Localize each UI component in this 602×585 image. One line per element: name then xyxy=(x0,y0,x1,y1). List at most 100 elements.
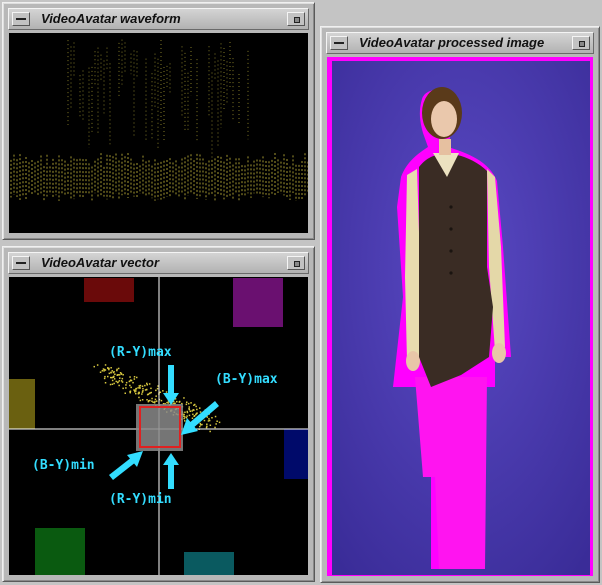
scatter-point xyxy=(125,387,127,389)
scatter-point xyxy=(188,408,191,411)
scatter-point xyxy=(119,377,121,379)
scatter-point xyxy=(103,377,106,380)
vector-titlebar[interactable]: VideoAvatar vector xyxy=(8,252,309,274)
scatter-point xyxy=(179,400,181,403)
scatter-point xyxy=(118,380,121,382)
scatter-point xyxy=(138,396,140,399)
label-by-min: (B-Y)min xyxy=(32,458,95,473)
scatter-point xyxy=(130,379,133,382)
scatter-point xyxy=(111,376,113,379)
waveform-window: VideoAvatar waveform xyxy=(2,2,315,240)
minimize-icon[interactable] xyxy=(572,36,590,50)
scatter-point xyxy=(104,382,107,384)
vectorscope-display: (R-Y)max (B-Y)max (B-Y)min (R-Y)min xyxy=(9,277,308,575)
scatter-point xyxy=(130,386,132,389)
scatter-point xyxy=(208,418,210,420)
scatter-point xyxy=(111,379,114,382)
scatter-point xyxy=(129,384,131,387)
scatter-point xyxy=(133,378,136,380)
processed-image xyxy=(332,61,590,575)
scatter-point xyxy=(141,385,144,387)
scatter-point xyxy=(199,422,201,425)
scatter-point xyxy=(205,426,208,429)
window-title: VideoAvatar waveform xyxy=(41,11,181,26)
window-menu-icon[interactable] xyxy=(330,36,348,50)
minimize-icon[interactable] xyxy=(287,12,305,26)
scatter-point xyxy=(215,423,217,425)
scatter-point xyxy=(142,387,144,390)
scatter-point xyxy=(150,391,152,394)
label-by-max: (B-Y)max xyxy=(215,372,278,387)
key-region-fill xyxy=(136,404,183,451)
scatter-point xyxy=(146,399,148,401)
scatter-point xyxy=(209,424,212,426)
scatter-point xyxy=(209,430,211,433)
scatter-point xyxy=(162,390,164,392)
scatter-point xyxy=(150,387,152,390)
minimize-icon[interactable] xyxy=(287,256,305,270)
scatter-point xyxy=(185,403,188,406)
scatter-point xyxy=(199,407,201,409)
vector-window: VideoAvatar vector (R-Y)max (B-Y)max (B-… xyxy=(2,246,315,582)
scatter-point xyxy=(196,408,198,411)
scatter-point xyxy=(183,417,185,420)
scatter-point xyxy=(104,369,107,371)
window-menu-icon[interactable] xyxy=(12,256,30,270)
scatter-point xyxy=(116,381,119,384)
scatter-point xyxy=(144,384,146,387)
arrow-by-min xyxy=(109,451,143,480)
scatter-point xyxy=(107,367,109,369)
processed-image-view xyxy=(327,57,593,576)
label-ry-max: (R-Y)max xyxy=(109,345,172,360)
scatter-point xyxy=(113,371,115,373)
swatch-blue xyxy=(284,429,308,479)
waveform-titlebar[interactable]: VideoAvatar waveform xyxy=(8,8,309,30)
scatter-point xyxy=(141,393,143,395)
scatter-point xyxy=(135,392,137,395)
scatter-point xyxy=(118,384,120,387)
scatter-point xyxy=(183,413,185,416)
scatter-point xyxy=(184,420,186,422)
scatter-point xyxy=(104,364,107,366)
scatter-point xyxy=(155,395,157,397)
scatter-point xyxy=(145,388,148,391)
scatter-point xyxy=(214,415,217,418)
scatter-point xyxy=(189,410,191,412)
scatter-point xyxy=(103,370,105,372)
processed-titlebar[interactable]: VideoAvatar processed image xyxy=(326,32,594,54)
scatter-point xyxy=(113,382,115,385)
scatter-point xyxy=(154,398,157,401)
scatter-point xyxy=(214,426,216,429)
scatter-point xyxy=(191,417,194,419)
scatter-point xyxy=(99,371,102,373)
scatter-point xyxy=(188,414,191,417)
scatter-point xyxy=(151,397,153,400)
scatter-point xyxy=(139,387,141,389)
scatter-point xyxy=(193,415,195,417)
scatter-point xyxy=(129,391,131,394)
scatter-point xyxy=(116,369,118,372)
scatter-point xyxy=(195,405,197,408)
scatter-point xyxy=(153,402,156,404)
scatter-point xyxy=(133,376,136,378)
scatter-point xyxy=(149,399,151,402)
scatter-point xyxy=(191,410,193,412)
scatter-point xyxy=(183,415,185,418)
scatter-point xyxy=(96,364,99,366)
scatter-point xyxy=(107,375,109,378)
scatter-point xyxy=(125,381,128,384)
scatter-point xyxy=(136,376,138,379)
processed-image-window: VideoAvatar processed image xyxy=(320,26,600,583)
scatter-point xyxy=(186,401,188,403)
scatter-point xyxy=(146,393,149,396)
scatter-point xyxy=(186,415,188,417)
window-menu-icon[interactable] xyxy=(12,12,30,26)
scatter-point xyxy=(206,423,208,425)
scatter-point xyxy=(190,402,192,404)
scatter-point xyxy=(156,387,159,390)
scatter-point xyxy=(194,403,196,406)
scatter-point xyxy=(108,372,111,375)
window-title: VideoAvatar vector xyxy=(41,255,160,270)
arrow-ry-min xyxy=(163,453,179,489)
arrow-ry-max xyxy=(163,365,179,405)
